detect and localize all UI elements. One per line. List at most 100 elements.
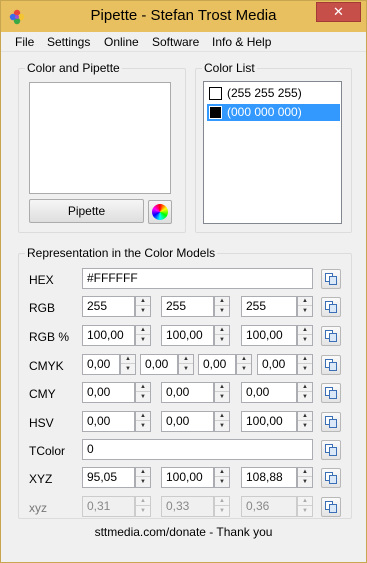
rgb-percent-g-spinner[interactable]: ▲ ▼ bbox=[214, 325, 230, 346]
cmy-m-field[interactable]: 0,00 bbox=[161, 382, 214, 403]
color-list[interactable]: (255 255 255) (000 000 000) bbox=[203, 81, 342, 224]
rgb-percent-b-field[interactable]: 100,00 bbox=[241, 325, 297, 346]
spin-down-icon[interactable]: ▼ bbox=[136, 307, 150, 316]
xyz-y-spinner[interactable]: ▲ ▼ bbox=[214, 467, 230, 488]
cmyk-k-field[interactable]: 0,00 bbox=[257, 354, 297, 375]
close-button[interactable]: ✕ bbox=[316, 2, 361, 22]
spin-down-icon[interactable]: ▼ bbox=[215, 393, 229, 402]
xyz-x-spinner[interactable]: ▲ ▼ bbox=[135, 467, 151, 488]
rgb-percent-g-field[interactable]: 100,00 bbox=[161, 325, 214, 346]
spin-up-icon[interactable]: ▲ bbox=[298, 297, 312, 306]
cmy-y-spinner[interactable]: ▲ ▼ bbox=[297, 382, 313, 403]
cmy-m-spinner[interactable]: ▲ ▼ bbox=[214, 382, 230, 403]
color-preview[interactable] bbox=[29, 82, 171, 194]
rgb-b-spinner[interactable]: ▲ ▼ bbox=[297, 296, 313, 317]
copy-rgb-button[interactable] bbox=[321, 297, 341, 317]
tcolor-field[interactable]: 0 bbox=[82, 439, 313, 460]
cmyk-y-field[interactable]: 0,00 bbox=[198, 354, 236, 375]
rgb-r-field[interactable]: 255 bbox=[82, 296, 135, 317]
spin-up-icon[interactable]: ▲ bbox=[136, 383, 150, 392]
spin-up-icon[interactable]: ▲ bbox=[298, 355, 312, 364]
rgb-r-spinner[interactable]: ▲ ▼ bbox=[135, 296, 151, 317]
copy-hsv-button[interactable] bbox=[321, 412, 341, 432]
spin-up-icon[interactable]: ▲ bbox=[298, 412, 312, 421]
xyz-z-spinner[interactable]: ▲ ▼ bbox=[297, 467, 313, 488]
copy-hex-button[interactable] bbox=[321, 269, 341, 289]
copy-cmyk-button[interactable] bbox=[321, 355, 341, 375]
spin-up-icon[interactable]: ▲ bbox=[136, 412, 150, 421]
copy-xyz-lower-button[interactable] bbox=[321, 497, 341, 517]
cmy-c-field[interactable]: 0,00 bbox=[82, 382, 135, 403]
list-item[interactable]: (000 000 000) bbox=[207, 104, 340, 121]
spin-down-icon[interactable]: ▼ bbox=[215, 422, 229, 431]
spin-down-icon[interactable]: ▼ bbox=[298, 422, 312, 431]
cmyk-m-field[interactable]: 0,00 bbox=[140, 354, 178, 375]
spin-up-icon[interactable]: ▲ bbox=[215, 412, 229, 421]
copy-rgb-percent-button[interactable] bbox=[321, 326, 341, 346]
spin-down-icon[interactable]: ▼ bbox=[215, 307, 229, 316]
spin-up-icon[interactable]: ▲ bbox=[136, 297, 150, 306]
spin-down-icon[interactable]: ▼ bbox=[298, 365, 312, 374]
spin-down-icon[interactable]: ▼ bbox=[298, 478, 312, 487]
hsv-s-spinner[interactable]: ▲ ▼ bbox=[214, 411, 230, 432]
color-wheel-button[interactable] bbox=[148, 200, 172, 224]
hex-field[interactable]: #FFFFFF bbox=[82, 268, 313, 289]
menu-file[interactable]: File bbox=[15, 35, 34, 49]
spin-down-icon[interactable]: ▼ bbox=[136, 422, 150, 431]
cmy-y-field[interactable]: 0,00 bbox=[241, 382, 297, 403]
cmyk-c-spinner[interactable]: ▲ ▼ bbox=[120, 354, 136, 375]
spin-up-icon[interactable]: ▲ bbox=[215, 297, 229, 306]
spin-up-icon[interactable]: ▲ bbox=[215, 383, 229, 392]
menu-software[interactable]: Software bbox=[152, 35, 199, 49]
cmyk-m-spinner[interactable]: ▲ ▼ bbox=[178, 354, 194, 375]
spin-up-icon[interactable]: ▲ bbox=[237, 355, 251, 364]
title-bar[interactable]: Pipette - Stefan Trost Media ✕ bbox=[1, 1, 366, 32]
menu-settings[interactable]: Settings bbox=[47, 35, 90, 49]
spin-up-icon[interactable]: ▲ bbox=[298, 326, 312, 335]
spin-down-icon[interactable]: ▼ bbox=[298, 393, 312, 402]
list-item[interactable]: (255 255 255) bbox=[207, 85, 340, 102]
spin-down-icon[interactable]: ▼ bbox=[237, 365, 251, 374]
menu-info-help[interactable]: Info & Help bbox=[212, 35, 271, 49]
rgb-percent-r-field[interactable]: 100,00 bbox=[82, 325, 135, 346]
spin-up-icon[interactable]: ▲ bbox=[215, 468, 229, 477]
xyz-z-field[interactable]: 108,88 bbox=[241, 467, 297, 488]
cmy-c-spinner[interactable]: ▲ ▼ bbox=[135, 382, 151, 403]
copy-xyz-button[interactable] bbox=[321, 468, 341, 488]
xyz-y-field[interactable]: 100,00 bbox=[161, 467, 214, 488]
rgb-b-field[interactable]: 255 bbox=[241, 296, 297, 317]
spin-down-icon[interactable]: ▼ bbox=[136, 478, 150, 487]
donate-link[interactable]: sttmedia.com/donate - Thank you bbox=[1, 525, 366, 539]
rgb-g-spinner[interactable]: ▲ ▼ bbox=[214, 296, 230, 317]
spin-down-icon[interactable]: ▼ bbox=[121, 365, 135, 374]
cmyk-y-spinner[interactable]: ▲ ▼ bbox=[236, 354, 252, 375]
spin-up-icon[interactable]: ▲ bbox=[136, 468, 150, 477]
rgb-percent-r-spinner[interactable]: ▲ ▼ bbox=[135, 325, 151, 346]
spin-up-icon[interactable]: ▲ bbox=[215, 326, 229, 335]
spin-down-icon[interactable]: ▼ bbox=[298, 307, 312, 316]
menu-online[interactable]: Online bbox=[104, 35, 139, 49]
copy-tcolor-button[interactable] bbox=[321, 440, 341, 460]
spin-up-icon[interactable]: ▲ bbox=[298, 383, 312, 392]
spin-down-icon[interactable]: ▼ bbox=[179, 365, 193, 374]
spin-down-icon[interactable]: ▼ bbox=[215, 336, 229, 345]
spin-down-icon[interactable]: ▼ bbox=[136, 336, 150, 345]
cmyk-k-spinner[interactable]: ▲ ▼ bbox=[297, 354, 313, 375]
spin-up-icon[interactable]: ▲ bbox=[298, 468, 312, 477]
spin-down-icon[interactable]: ▼ bbox=[298, 336, 312, 345]
xyz-x-field[interactable]: 95,05 bbox=[82, 467, 135, 488]
cmyk-c-field[interactable]: 0,00 bbox=[82, 354, 120, 375]
pipette-button[interactable]: Pipette bbox=[29, 199, 144, 223]
hsv-v-spinner[interactable]: ▲ ▼ bbox=[297, 411, 313, 432]
spin-up-icon[interactable]: ▲ bbox=[179, 355, 193, 364]
hsv-h-spinner[interactable]: ▲ ▼ bbox=[135, 411, 151, 432]
spin-up-icon[interactable]: ▲ bbox=[121, 355, 135, 364]
hsv-s-field[interactable]: 0,00 bbox=[161, 411, 214, 432]
copy-cmy-button[interactable] bbox=[321, 383, 341, 403]
spin-down-icon[interactable]: ▼ bbox=[215, 478, 229, 487]
spin-down-icon[interactable]: ▼ bbox=[136, 393, 150, 402]
hsv-h-field[interactable]: 0,00 bbox=[82, 411, 135, 432]
hsv-v-field[interactable]: 100,00 bbox=[241, 411, 297, 432]
spin-up-icon[interactable]: ▲ bbox=[136, 326, 150, 335]
rgb-percent-b-spinner[interactable]: ▲ ▼ bbox=[297, 325, 313, 346]
